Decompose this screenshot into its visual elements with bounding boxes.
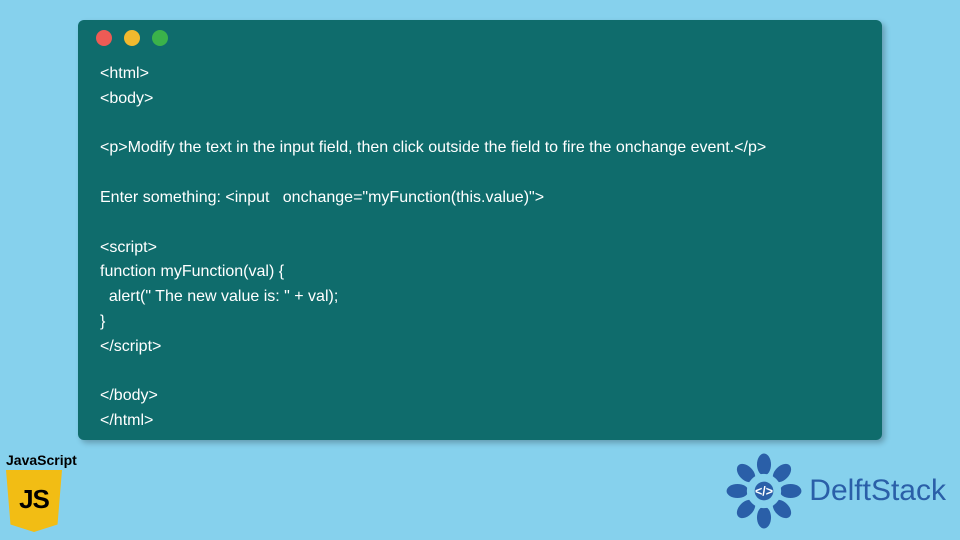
delftstack-mark-icon: </>	[725, 452, 803, 530]
window-dot-close[interactable]	[96, 30, 112, 46]
window-titlebar	[78, 20, 882, 56]
delftstack-logo: </> DelftStack	[725, 452, 946, 530]
javascript-shield-text: JS	[19, 484, 49, 515]
javascript-badge: JavaScript JS	[6, 452, 77, 532]
svg-text:</>: </>	[755, 485, 773, 499]
code-block: <html> <body> <p>Modify the text in the …	[78, 56, 882, 448]
delftstack-wordmark: DelftStack	[809, 474, 946, 508]
javascript-shield-icon: JS	[6, 470, 62, 532]
window-dot-zoom[interactable]	[152, 30, 168, 46]
code-window: <html> <body> <p>Modify the text in the …	[78, 20, 882, 440]
window-dot-minimize[interactable]	[124, 30, 140, 46]
javascript-label: JavaScript	[6, 452, 77, 468]
